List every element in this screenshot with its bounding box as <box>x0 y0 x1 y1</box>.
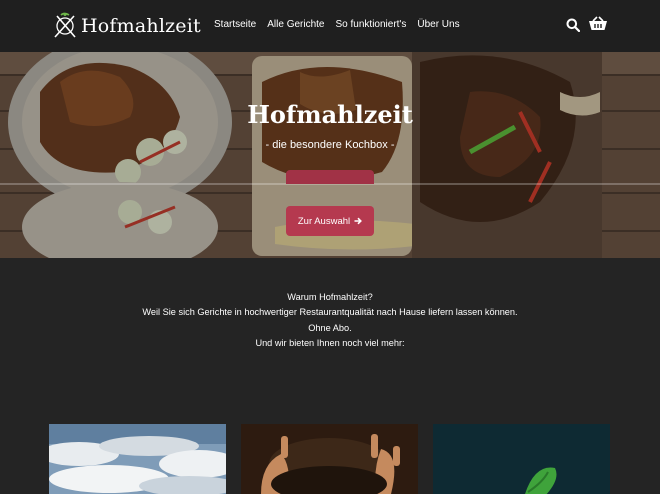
intro-text: Warum Hofmahlzeit? Weil Sie sich Gericht… <box>0 290 660 352</box>
zur-auswahl-button[interactable]: Zur Auswahl <box>286 206 374 236</box>
cart-icon[interactable] <box>588 16 608 34</box>
nav-so-funktionierts[interactable]: So funktioniert's <box>336 19 407 30</box>
nav-ueber-uns[interactable]: Über Uns <box>417 19 459 30</box>
brand-logo[interactable]: Hofmahlzeit <box>52 12 201 40</box>
green-leaf-image <box>433 424 610 494</box>
feature-card-leaf[interactable] <box>433 424 610 494</box>
feature-card-soil[interactable] <box>241 424 418 494</box>
chef-knife-fork-icon <box>54 12 76 38</box>
hands-soil-image <box>241 424 418 494</box>
site-header: Hofmahlzeit Startseite Alle Gerichte So … <box>0 0 660 52</box>
sky-clouds-image <box>49 424 226 494</box>
nav-alle-gerichte[interactable]: Alle Gerichte <box>267 19 324 30</box>
hero-subtitle: - die besondere Kochbox - <box>265 139 395 151</box>
search-icon[interactable] <box>566 18 580 32</box>
hero-banner: Hofmahlzeit - die besondere Kochbox - Zu… <box>0 52 660 258</box>
feature-card-sky[interactable] <box>49 424 226 494</box>
zur-auswahl-label: Zur Auswahl <box>297 215 351 227</box>
arrow-right-icon <box>354 217 363 225</box>
intro-line: Ohne Abo. <box>308 322 352 333</box>
nav-startseite[interactable]: Startseite <box>214 19 256 30</box>
intro-heading: Warum Hofmahlzeit? <box>287 292 373 302</box>
intro-line: Und wir bieten Ihnen noch viel mehr: <box>255 338 405 349</box>
brand-name: Hofmahlzeit <box>81 15 201 37</box>
intro-line: Weil Sie sich Gerichte in hochwertiger R… <box>142 307 518 318</box>
main-nav: Startseite Alle Gerichte So funktioniert… <box>214 19 460 30</box>
hero-title: Hofmahlzeit <box>247 100 413 129</box>
hero-button-ghost <box>286 170 374 184</box>
